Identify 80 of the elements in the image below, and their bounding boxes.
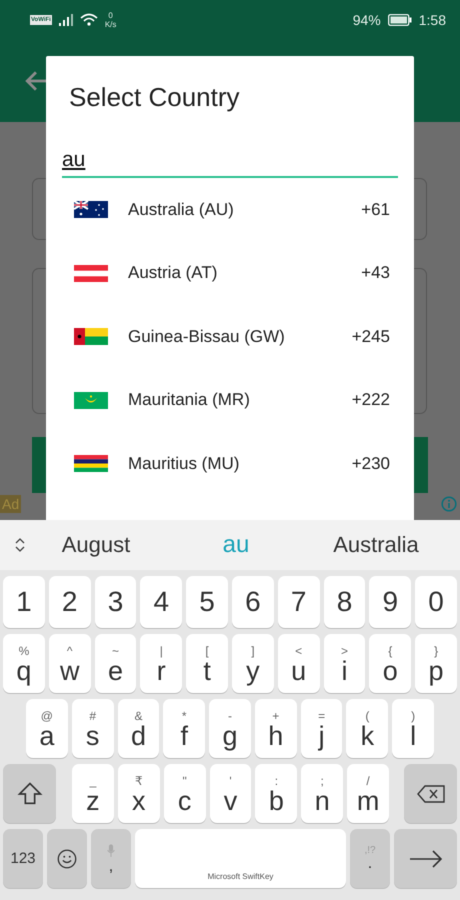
key[interactable]: [ t [186,634,228,693]
suggestion[interactable]: August [26,532,166,558]
dial-code: +222 [352,390,390,410]
network-speed-unit: K/s [104,20,116,29]
key[interactable]: ( k [346,699,388,758]
space-key[interactable]: Microsoft SwiftKey [135,829,346,888]
country-name: Guinea-Bissau (GW) [128,326,286,347]
suggestion[interactable]: Australia [306,532,446,558]
key[interactable]: ' v [210,764,252,823]
key[interactable]: % q [3,634,45,693]
shift-key[interactable] [3,764,56,823]
numbers-key[interactable]: 123 [3,829,43,888]
key[interactable]: 3 [94,576,136,628]
search-field[interactable]: au [62,142,398,178]
key[interactable]: - g [209,699,251,758]
country-name: Austria (AT) [128,263,218,284]
flag-icon [74,201,108,218]
key[interactable]: / m [347,764,390,823]
key[interactable]: 5 [186,576,228,628]
key[interactable]: 7 [278,576,320,628]
key[interactable]: 0 [415,576,457,628]
key[interactable]: ) l [392,699,434,758]
key[interactable]: 1 [3,576,45,628]
comma-key[interactable]: , [91,829,131,888]
key[interactable]: ^ w [48,634,91,693]
key[interactable]: & d [118,699,160,758]
key[interactable]: " c [164,764,206,823]
key[interactable]: ~ e [94,634,136,693]
dial-code: +61 [361,200,390,220]
key[interactable]: @ a [26,699,68,758]
country-item[interactable]: Guinea-Bissau (GW) +245 [62,305,398,368]
country-name: Australia (AU) [128,200,235,220]
expand-icon[interactable] [14,537,26,553]
flag-icon [74,392,108,409]
dialog-title: Select Country [68,81,241,114]
country-item[interactable]: Mauritius (MU) +230 [62,432,398,496]
country-item[interactable]: Mauritania (MR) +222 [62,368,398,432]
key[interactable]: + h [254,699,297,758]
dial-code: +43 [361,263,390,284]
key[interactable]: # s [72,699,114,758]
flag-icon [74,328,108,346]
key[interactable]: 4 [140,576,182,628]
flag-icon [74,455,108,472]
key[interactable]: _ z [72,764,114,823]
period-key[interactable]: ,!? . [350,829,390,888]
key[interactable]: ₹ x [118,764,160,823]
key[interactable]: * f [163,699,206,758]
key[interactable]: < u [278,634,320,693]
key[interactable]: 9 [369,576,412,628]
country-item[interactable]: Australia (AU) +61 [62,178,398,242]
network-speed-value: 0 [108,11,113,20]
wifi-icon [80,13,98,27]
key[interactable]: = j [300,699,342,758]
key[interactable]: | r [140,634,182,693]
right-arrow-icon [408,848,444,868]
signal-icon [58,14,73,26]
key[interactable]: 8 [324,576,366,628]
emoji-key[interactable] [47,829,87,888]
country-item[interactable]: Austria (AT) +43 [62,242,398,305]
country-name: Mauritius (MU) [128,454,240,474]
key[interactable]: ; n [301,764,344,823]
dial-code: +230 [352,454,390,474]
key[interactable]: 6 [232,576,274,628]
battery-percent: 94% [352,12,381,28]
enter-key[interactable] [394,829,457,888]
backspace-key[interactable] [404,764,458,823]
country-name: Mauritania (MR) [128,390,251,410]
microphone-icon [106,842,116,858]
key[interactable]: > i [324,634,366,693]
clock-time: 1:58 [418,12,446,28]
key[interactable]: 2 [48,576,91,628]
key[interactable]: } p [415,634,457,693]
backspace-icon [416,784,446,804]
key[interactable]: { o [369,634,412,693]
flag-icon [74,264,108,282]
smiley-icon [56,848,78,870]
key[interactable]: : b [255,764,298,823]
key[interactable]: ] y [232,634,274,693]
dial-code: +245 [352,326,390,347]
battery-icon [388,14,412,26]
